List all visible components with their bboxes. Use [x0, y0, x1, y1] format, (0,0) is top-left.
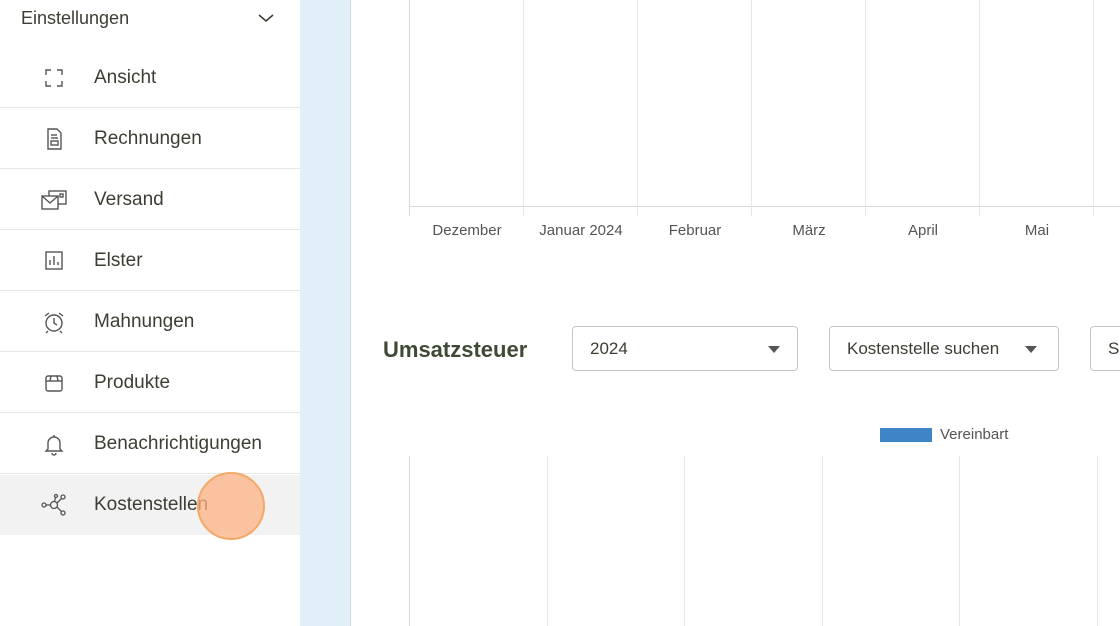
settings-header[interactable]: Einstellungen	[0, 0, 300, 40]
settings-sidebar: Einstellungen Ansicht Rechnungen Versand…	[0, 0, 300, 626]
vat-chart	[409, 456, 1098, 626]
sidebar-divider	[300, 0, 351, 626]
document-icon	[40, 127, 68, 151]
sidebar-item-label: Ansicht	[94, 67, 157, 88]
chart-grid	[409, 0, 1120, 216]
sidebar-item-elster[interactable]: Elster	[0, 231, 300, 291]
chevron-down-icon	[258, 14, 274, 23]
chart-grid	[409, 456, 1098, 626]
cost-center-select-placeholder: Kostenstelle suchen	[847, 339, 1000, 358]
sidebar-item-label: Versand	[94, 189, 164, 210]
sidebar-item-benachrichtigungen[interactable]: Benachrichtigungen	[0, 414, 300, 474]
sidebar-item-rechnungen[interactable]: Rechnungen	[0, 109, 300, 169]
month-tick-label: April	[908, 222, 938, 239]
third-select[interactable]: S	[1090, 326, 1120, 371]
cost-center-select[interactable]: Kostenstelle suchen	[829, 326, 1059, 371]
section-title-umsatzsteuer: Umsatzsteuer	[383, 337, 528, 362]
fullscreen-icon	[40, 66, 68, 90]
bar-chart-icon	[40, 249, 68, 273]
sidebar-item-label: Elster	[94, 250, 143, 271]
sidebar-item-label: Benachrichtigungen	[94, 433, 262, 454]
sidebar-item-kostenstellen[interactable]: Kostenstellen	[0, 475, 300, 535]
sidebar-item-produkte[interactable]: Produkte	[0, 353, 300, 413]
sidebar-item-label: Kostenstellen	[94, 494, 209, 515]
year-select[interactable]: 2024	[572, 326, 798, 371]
settings-header-title: Einstellungen	[21, 8, 130, 28]
sidebar-item-mahnungen[interactable]: Mahnungen	[0, 292, 300, 352]
box-icon	[40, 371, 68, 395]
mail-icon	[40, 188, 68, 212]
third-select-value: S	[1108, 339, 1120, 358]
month-tick-label: Dezember	[432, 222, 501, 239]
sidebar-item-versand[interactable]: Versand	[0, 170, 300, 230]
month-tick-label: Januar 2024	[539, 222, 622, 239]
sidebar-item-ansicht[interactable]: Ansicht	[0, 48, 300, 108]
month-tick-label: Mai	[1025, 222, 1049, 239]
network-icon	[40, 493, 68, 517]
main-content: Dezember Januar 2024 Februar März April …	[351, 0, 1120, 626]
bell-icon	[40, 432, 68, 456]
monthly-chart: Dezember Januar 2024 Februar März April …	[409, 0, 1120, 239]
month-tick-label: März	[792, 222, 825, 239]
year-select-value: 2024	[590, 339, 628, 358]
caret-down-icon	[1025, 346, 1037, 353]
alarm-clock-icon	[40, 310, 68, 334]
sidebar-item-label: Produkte	[94, 372, 171, 393]
caret-down-icon	[768, 346, 780, 353]
month-tick-label: Februar	[669, 222, 722, 239]
sidebar-item-label: Rechnungen	[94, 128, 202, 149]
sidebar-item-label: Mahnungen	[94, 311, 195, 332]
